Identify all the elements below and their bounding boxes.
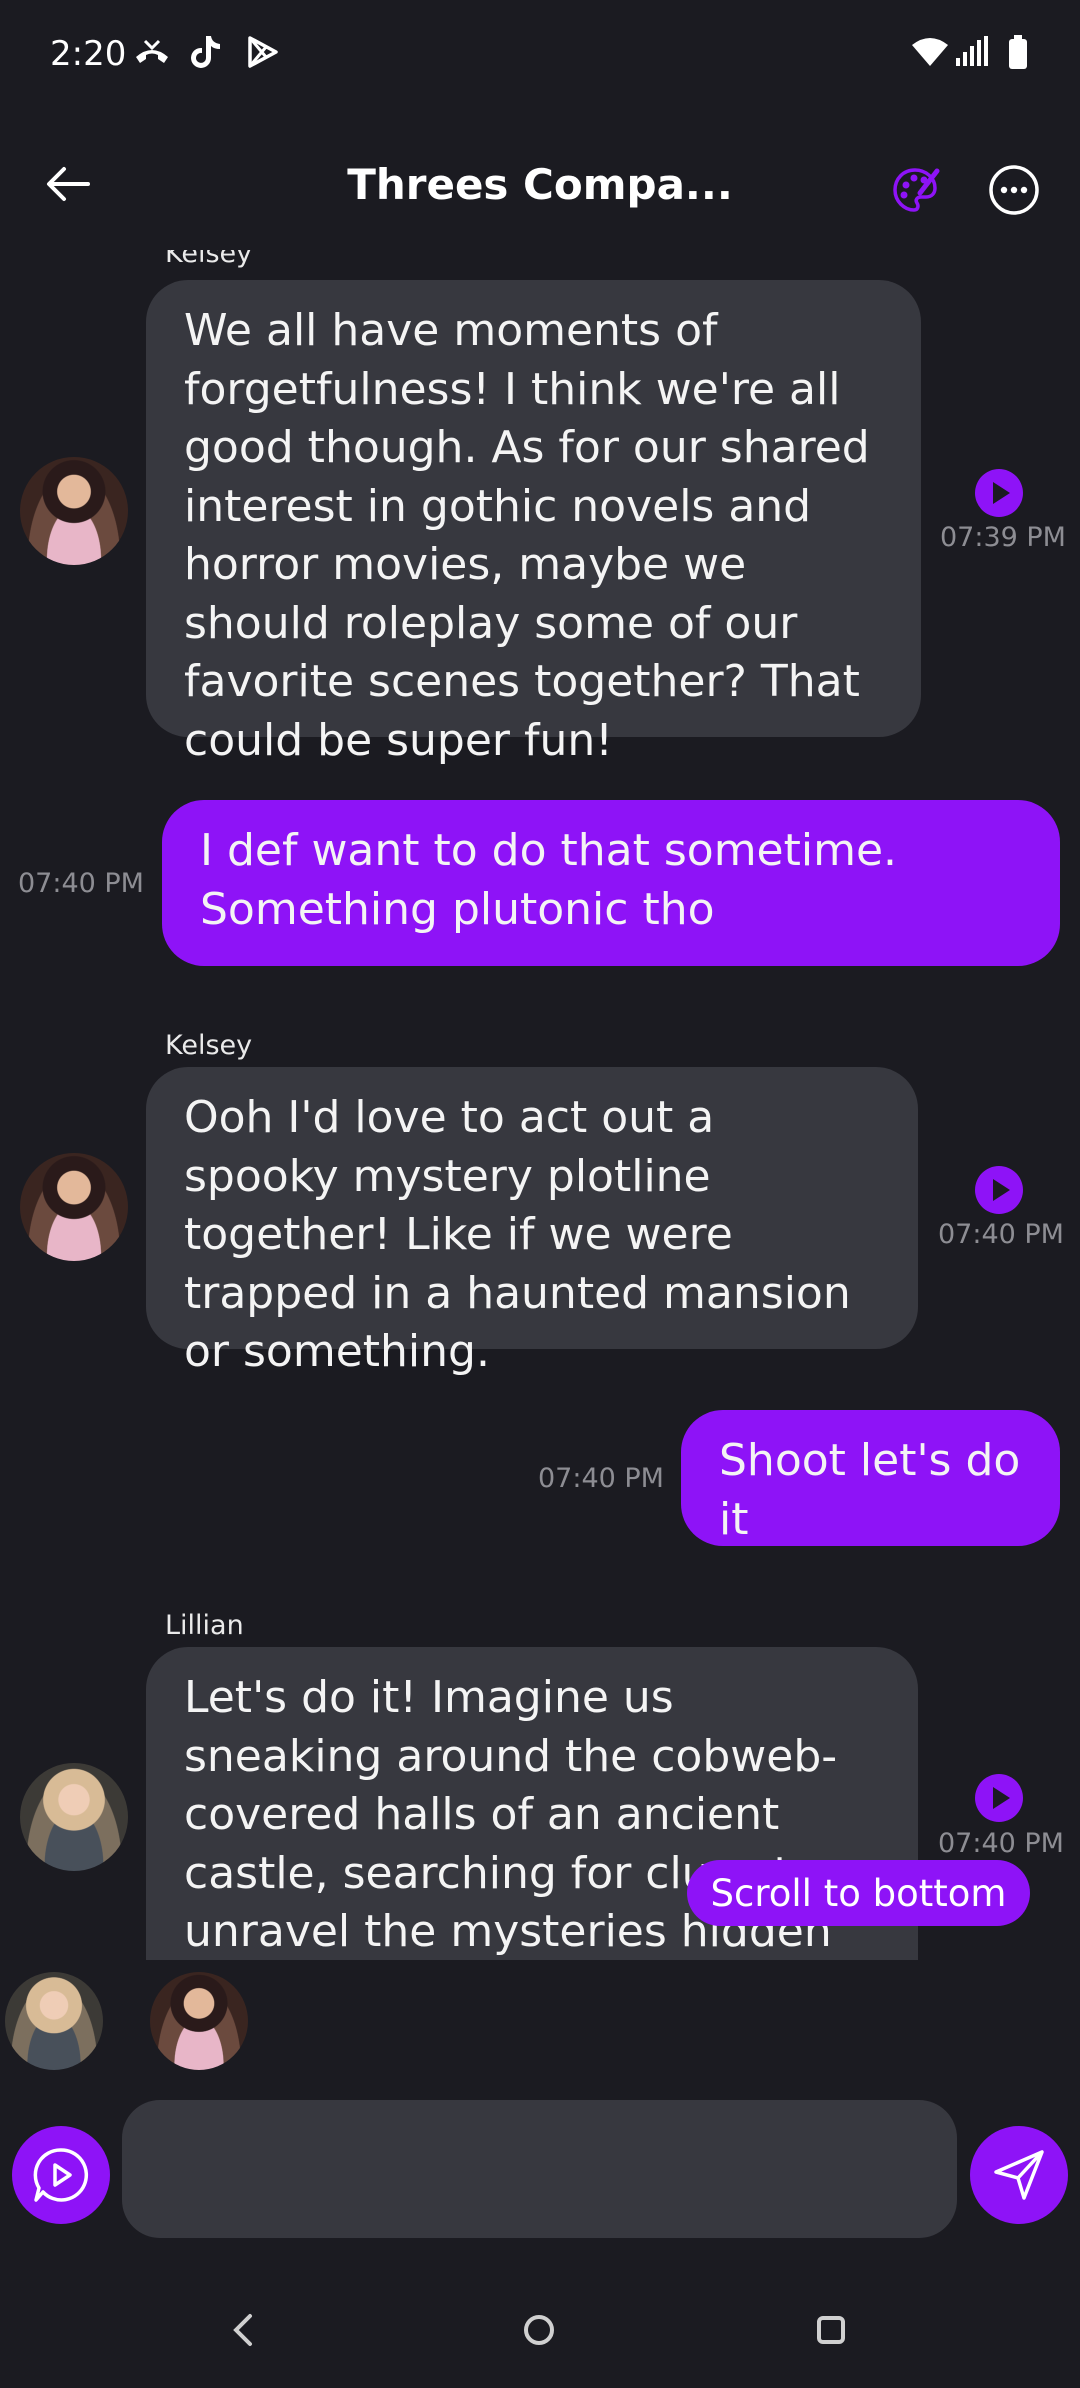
my-message-bubble[interactable]: Shoot let's do it xyxy=(681,1410,1060,1546)
battery-icon xyxy=(998,32,1038,72)
more-horizontal-icon xyxy=(989,165,1039,215)
back-button[interactable] xyxy=(38,154,98,214)
play-circle-icon xyxy=(975,469,1023,517)
status-bar: 2:20 xyxy=(0,0,1080,110)
arrow-left-icon xyxy=(47,167,90,201)
tiktok-icon xyxy=(186,32,226,72)
theme-button[interactable] xyxy=(885,160,945,220)
more-options-button[interactable] xyxy=(984,160,1044,220)
nav-back-button[interactable] xyxy=(213,2300,273,2360)
nav-recents-icon xyxy=(817,2316,845,2344)
sender-name: Lillian xyxy=(165,1610,244,1641)
play-circle-icon xyxy=(975,1166,1023,1214)
system-nav-bar xyxy=(0,2280,1080,2388)
voice-call-button[interactable] xyxy=(12,2126,110,2224)
participants-row xyxy=(0,1970,1080,2080)
sender-name: Kelsey xyxy=(165,1030,253,1061)
message-time: 07:39 PM xyxy=(940,522,1066,553)
play-circle-icon xyxy=(975,1774,1023,1822)
missed-call-icon xyxy=(132,32,172,72)
scroll-to-bottom-button[interactable]: Scroll to bottom xyxy=(687,1860,1030,1926)
play-audio-button[interactable] xyxy=(973,1164,1025,1216)
nav-recents-button[interactable] xyxy=(801,2300,861,2360)
nav-home-icon xyxy=(524,2315,554,2345)
message-time: 07:40 PM xyxy=(938,1828,1064,1859)
message-list[interactable]: Kelsey We all have moments of forgetfuln… xyxy=(0,250,1080,1960)
message-time: 07:40 PM xyxy=(538,1463,664,1494)
signal-icon xyxy=(952,32,992,72)
avatar-kelsey[interactable] xyxy=(20,1153,128,1261)
play-store-icon xyxy=(242,32,282,72)
sender-name: Kelsey xyxy=(165,250,253,269)
nav-back-icon xyxy=(233,2314,252,2346)
status-time: 2:20 xyxy=(50,34,127,74)
avatar-lillian[interactable] xyxy=(5,1972,103,2070)
avatar-lillian[interactable] xyxy=(20,1763,128,1871)
send-icon xyxy=(994,2150,1044,2200)
message-time: 07:40 PM xyxy=(938,1219,1064,1250)
chat-title: Threes Compa... xyxy=(347,160,733,209)
my-message-bubble[interactable]: I def want to do that sometime. Somethin… xyxy=(162,800,1060,966)
message-bubble[interactable]: We all have moments of forgetfulness! I … xyxy=(146,280,921,766)
voice-chat-icon xyxy=(33,2148,89,2202)
message-time: 07:40 PM xyxy=(18,868,144,899)
wifi-icon xyxy=(910,32,950,72)
play-audio-button[interactable] xyxy=(973,467,1025,519)
chat-header: Threes Compa... xyxy=(0,130,1080,250)
nav-home-button[interactable] xyxy=(509,2300,569,2360)
play-audio-button[interactable] xyxy=(973,1772,1025,1824)
avatar-kelsey[interactable] xyxy=(20,457,128,565)
avatar-kelsey[interactable] xyxy=(150,1972,248,2070)
palette-icon xyxy=(893,168,940,212)
message-bubble[interactable]: Ooh I'd love to act out a spooky mystery… xyxy=(146,1067,918,1377)
composer xyxy=(0,2098,1080,2238)
message-input[interactable] xyxy=(122,2100,957,2238)
send-button[interactable] xyxy=(970,2126,1068,2224)
